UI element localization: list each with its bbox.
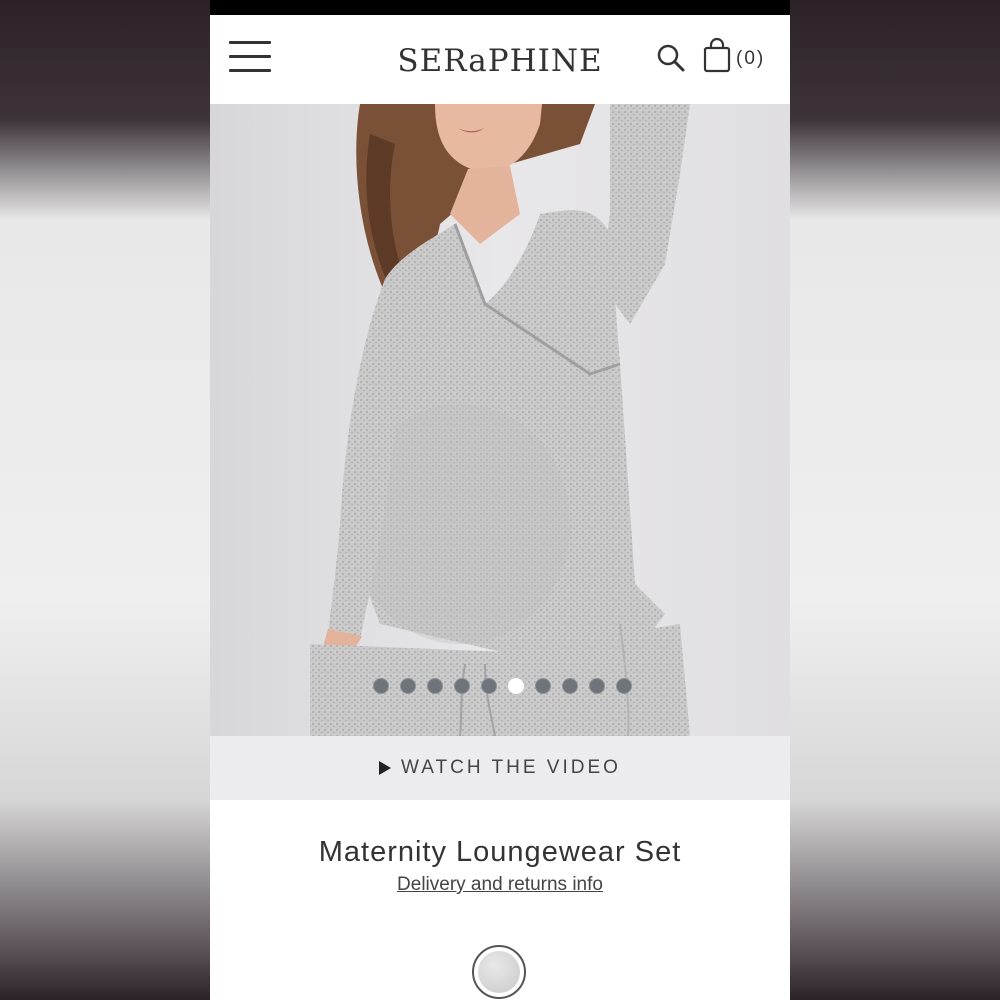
watch-video-label: WATCH THE VIDEO [401, 757, 621, 778]
carousel-dot[interactable] [481, 678, 497, 694]
carousel-dot[interactable] [589, 678, 605, 694]
background-left [0, 0, 210, 1000]
product-title: Maternity Loungewear Set [318, 836, 682, 868]
delivery-returns-link[interactable]: Delivery and returns info [210, 874, 790, 896]
shopping-bag-icon[interactable] [703, 37, 731, 73]
site-header: SERaPHINE (0) [210, 15, 790, 104]
carousel-dot[interactable] [562, 678, 578, 694]
carousel-dot[interactable] [616, 678, 632, 694]
carousel-dots [373, 678, 632, 694]
cart-count[interactable]: (0) [736, 48, 765, 70]
hamburger-menu-icon[interactable] [229, 41, 271, 75]
brand-logo-wordmark: SERaPHINE [397, 43, 602, 79]
background-right [790, 0, 1000, 1000]
carousel-dot[interactable] [400, 678, 416, 694]
carousel-dot-active[interactable] [508, 678, 524, 694]
watch-video-button[interactable]: WATCH THE VIDEO [210, 736, 790, 800]
svg-text:SERaPHINE: SERaPHINE [397, 43, 602, 79]
color-swatch-fill [478, 951, 520, 993]
carousel-dot[interactable] [373, 678, 389, 694]
search-icon[interactable] [656, 43, 686, 73]
phone-screen: SERaPHINE (0) WATCH THE VIDEO Maternity … [210, 0, 790, 1000]
color-swatch[interactable] [472, 945, 526, 999]
carousel-dot[interactable] [427, 678, 443, 694]
play-icon [379, 761, 392, 775]
carousel-dot[interactable] [535, 678, 551, 694]
model-photo [210, 104, 790, 736]
brand-logo[interactable]: SERaPHINE [393, 37, 608, 81]
product-hero-image[interactable] [210, 104, 790, 736]
carousel-dot[interactable] [454, 678, 470, 694]
status-bar [210, 0, 790, 15]
